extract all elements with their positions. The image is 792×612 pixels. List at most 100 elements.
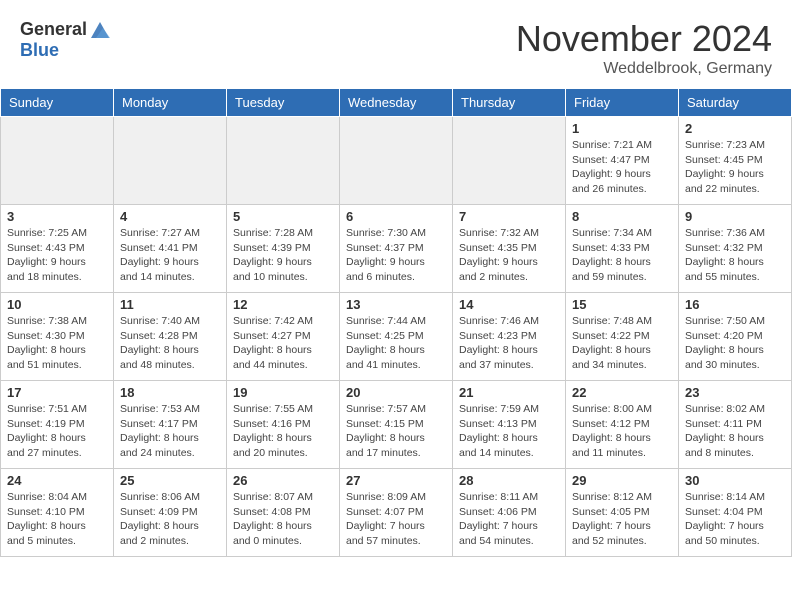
calendar-cell: [227, 117, 340, 205]
day-number: 1: [572, 121, 672, 136]
calendar-cell: 5 Sunrise: 7:28 AM Sunset: 4:39 PM Daylig…: [227, 205, 340, 293]
calendar-cell: 25 Sunrise: 8:06 AM Sunset: 4:09 PM Dayli…: [114, 469, 227, 557]
day-number: 13: [346, 297, 446, 312]
day-info: Sunrise: 7:28 AM Sunset: 4:39 PM Dayligh…: [233, 226, 333, 285]
column-header-monday: Monday: [114, 89, 227, 117]
day-info: Sunrise: 7:46 AM Sunset: 4:23 PM Dayligh…: [459, 314, 559, 373]
day-info: Sunrise: 8:02 AM Sunset: 4:11 PM Dayligh…: [685, 402, 785, 461]
day-number: 19: [233, 385, 333, 400]
calendar-cell: [114, 117, 227, 205]
day-number: 25: [120, 473, 220, 488]
day-info: Sunrise: 7:34 AM Sunset: 4:33 PM Dayligh…: [572, 226, 672, 285]
day-number: 21: [459, 385, 559, 400]
column-header-friday: Friday: [566, 89, 679, 117]
day-number: 30: [685, 473, 785, 488]
day-info: Sunrise: 8:14 AM Sunset: 4:04 PM Dayligh…: [685, 490, 785, 549]
week-row-3: 10 Sunrise: 7:38 AM Sunset: 4:30 PM Dayli…: [1, 293, 792, 381]
title-block: November 2024 Weddelbrook, Germany: [516, 18, 772, 78]
week-row-1: 1Sunrise: 7:21 AM Sunset: 4:47 PM Daylig…: [1, 117, 792, 205]
column-header-thursday: Thursday: [453, 89, 566, 117]
calendar-cell: 29 Sunrise: 8:12 AM Sunset: 4:05 PM Dayli…: [566, 469, 679, 557]
day-info: Sunrise: 7:38 AM Sunset: 4:30 PM Dayligh…: [7, 314, 107, 373]
column-header-saturday: Saturday: [679, 89, 792, 117]
day-number: 3: [7, 209, 107, 224]
calendar-cell: 1Sunrise: 7:21 AM Sunset: 4:47 PM Daylig…: [566, 117, 679, 205]
calendar-cell: 12 Sunrise: 7:42 AM Sunset: 4:27 PM Dayli…: [227, 293, 340, 381]
calendar: SundayMondayTuesdayWednesdayThursdayFrid…: [0, 88, 792, 557]
logo-general-text: General: [20, 19, 87, 40]
calendar-cell: 16 Sunrise: 7:50 AM Sunset: 4:20 PM Dayli…: [679, 293, 792, 381]
day-info: Sunrise: 7:51 AM Sunset: 4:19 PM Dayligh…: [7, 402, 107, 461]
day-info: Sunrise: 7:48 AM Sunset: 4:22 PM Dayligh…: [572, 314, 672, 373]
calendar-cell: 27Sunrise: 8:09 AM Sunset: 4:07 PM Dayli…: [340, 469, 453, 557]
day-info: Sunrise: 8:04 AM Sunset: 4:10 PM Dayligh…: [7, 490, 107, 549]
calendar-cell: 17 Sunrise: 7:51 AM Sunset: 4:19 PM Dayli…: [1, 381, 114, 469]
day-number: 12: [233, 297, 333, 312]
calendar-cell: 15 Sunrise: 7:48 AM Sunset: 4:22 PM Dayli…: [566, 293, 679, 381]
column-header-tuesday: Tuesday: [227, 89, 340, 117]
day-info: Sunrise: 7:59 AM Sunset: 4:13 PM Dayligh…: [459, 402, 559, 461]
column-header-wednesday: Wednesday: [340, 89, 453, 117]
day-info: Sunrise: 7:42 AM Sunset: 4:27 PM Dayligh…: [233, 314, 333, 373]
day-number: 16: [685, 297, 785, 312]
day-info: Sunrise: 7:44 AM Sunset: 4:25 PM Dayligh…: [346, 314, 446, 373]
day-number: 20: [346, 385, 446, 400]
day-info: Sunrise: 7:57 AM Sunset: 4:15 PM Dayligh…: [346, 402, 446, 461]
day-number: 29: [572, 473, 672, 488]
calendar-cell: 13 Sunrise: 7:44 AM Sunset: 4:25 PM Dayli…: [340, 293, 453, 381]
calendar-cell: 23 Sunrise: 8:02 AM Sunset: 4:11 PM Dayli…: [679, 381, 792, 469]
day-number: 5: [233, 209, 333, 224]
week-row-5: 24 Sunrise: 8:04 AM Sunset: 4:10 PM Dayli…: [1, 469, 792, 557]
day-info: Sunrise: 8:06 AM Sunset: 4:09 PM Dayligh…: [120, 490, 220, 549]
week-row-2: 3Sunrise: 7:25 AM Sunset: 4:43 PM Daylig…: [1, 205, 792, 293]
day-info: Sunrise: 7:40 AM Sunset: 4:28 PM Dayligh…: [120, 314, 220, 373]
day-number: 22: [572, 385, 672, 400]
day-number: 18: [120, 385, 220, 400]
day-number: 15: [572, 297, 672, 312]
day-info: Sunrise: 7:30 AM Sunset: 4:37 PM Dayligh…: [346, 226, 446, 285]
day-number: 10: [7, 297, 107, 312]
day-number: 9: [685, 209, 785, 224]
logo-icon: [89, 18, 111, 40]
day-number: 11: [120, 297, 220, 312]
day-number: 4: [120, 209, 220, 224]
day-info: Sunrise: 7:50 AM Sunset: 4:20 PM Dayligh…: [685, 314, 785, 373]
calendar-cell: 19 Sunrise: 7:55 AM Sunset: 4:16 PM Dayli…: [227, 381, 340, 469]
month-title: November 2024: [516, 18, 772, 60]
calendar-cell: 24 Sunrise: 8:04 AM Sunset: 4:10 PM Dayli…: [1, 469, 114, 557]
day-info: Sunrise: 7:36 AM Sunset: 4:32 PM Dayligh…: [685, 226, 785, 285]
day-number: 27: [346, 473, 446, 488]
calendar-cell: 2Sunrise: 7:23 AM Sunset: 4:45 PM Daylig…: [679, 117, 792, 205]
calendar-cell: 8 Sunrise: 7:34 AM Sunset: 4:33 PM Daylig…: [566, 205, 679, 293]
calendar-cell: 14Sunrise: 7:46 AM Sunset: 4:23 PM Dayli…: [453, 293, 566, 381]
calendar-cell: 26 Sunrise: 8:07 AM Sunset: 4:08 PM Dayli…: [227, 469, 340, 557]
day-number: 23: [685, 385, 785, 400]
day-number: 28: [459, 473, 559, 488]
logo-blue-text: Blue: [20, 40, 59, 60]
location: Weddelbrook, Germany: [516, 60, 772, 78]
calendar-cell: 30 Sunrise: 8:14 AM Sunset: 4:04 PM Dayli…: [679, 469, 792, 557]
calendar-cell: 4Sunrise: 7:27 AM Sunset: 4:41 PM Daylig…: [114, 205, 227, 293]
day-info: Sunrise: 8:00 AM Sunset: 4:12 PM Dayligh…: [572, 402, 672, 461]
day-info: Sunrise: 7:55 AM Sunset: 4:16 PM Dayligh…: [233, 402, 333, 461]
calendar-cell: 22 Sunrise: 8:00 AM Sunset: 4:12 PM Dayli…: [566, 381, 679, 469]
day-info: Sunrise: 8:07 AM Sunset: 4:08 PM Dayligh…: [233, 490, 333, 549]
calendar-cell: [453, 117, 566, 205]
column-header-sunday: Sunday: [1, 89, 114, 117]
calendar-cell: 20 Sunrise: 7:57 AM Sunset: 4:15 PM Dayli…: [340, 381, 453, 469]
calendar-cell: 9 Sunrise: 7:36 AM Sunset: 4:32 PM Daylig…: [679, 205, 792, 293]
day-number: 6: [346, 209, 446, 224]
header: General Blue November 2024 Weddelbrook, …: [0, 0, 792, 88]
day-number: 8: [572, 209, 672, 224]
calendar-cell: 18Sunrise: 7:53 AM Sunset: 4:17 PM Dayli…: [114, 381, 227, 469]
day-info: Sunrise: 7:23 AM Sunset: 4:45 PM Dayligh…: [685, 138, 785, 197]
calendar-cell: 6 Sunrise: 7:30 AM Sunset: 4:37 PM Daylig…: [340, 205, 453, 293]
day-number: 17: [7, 385, 107, 400]
calendar-cell: 10 Sunrise: 7:38 AM Sunset: 4:30 PM Dayli…: [1, 293, 114, 381]
calendar-cell: [340, 117, 453, 205]
day-info: Sunrise: 8:12 AM Sunset: 4:05 PM Dayligh…: [572, 490, 672, 549]
day-number: 24: [7, 473, 107, 488]
day-number: 26: [233, 473, 333, 488]
calendar-cell: 28 Sunrise: 8:11 AM Sunset: 4:06 PM Dayli…: [453, 469, 566, 557]
day-info: Sunrise: 8:11 AM Sunset: 4:06 PM Dayligh…: [459, 490, 559, 549]
